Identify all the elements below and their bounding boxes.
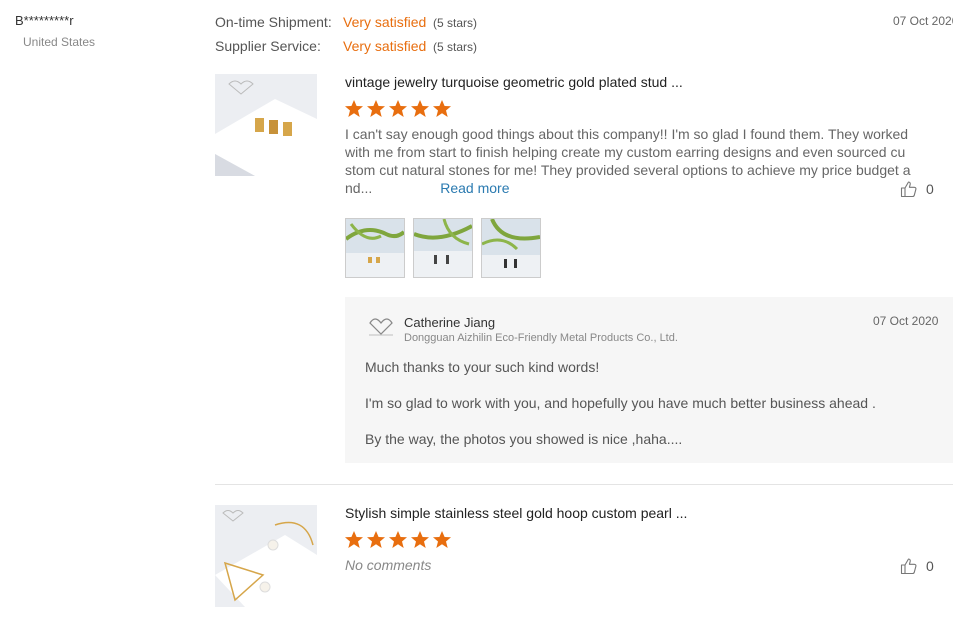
product-title[interactable]: vintage jewelry turquoise geometric gold…	[345, 74, 683, 90]
review-photo[interactable]	[481, 218, 541, 278]
star-icon	[389, 531, 407, 548]
rating-value-shipment: Very satisfied	[343, 14, 427, 30]
review-date: 07 Oct 2020	[893, 14, 953, 28]
product-thumbnail[interactable]	[215, 505, 317, 607]
star-icon	[345, 531, 363, 548]
star-icon	[367, 100, 385, 117]
like-count: 0	[926, 558, 934, 574]
rating-value-service: Very satisfied	[343, 38, 427, 54]
star-icon	[433, 531, 451, 548]
read-more-link[interactable]: Read more	[440, 180, 509, 196]
star-icon	[367, 531, 385, 548]
review-text-line: stom cut natural stones for me! They pro…	[345, 162, 911, 178]
supplier-logo	[366, 315, 396, 337]
review-text-line: I can't say enough good things about thi…	[345, 126, 909, 142]
like-count: 0	[926, 181, 934, 197]
star-icon	[411, 100, 429, 117]
like-button[interactable]: 0	[900, 180, 934, 198]
review-text: I can't say enough good things about thi…	[345, 125, 911, 197]
reply-text-line: By the way, the photos you showed is nic…	[365, 431, 683, 447]
star-icon	[411, 531, 429, 548]
rating-stars-service: (5 stars)	[433, 40, 478, 54]
reply-text-line: I'm so glad to work with you, and hopefu…	[365, 395, 876, 411]
product-thumbnail[interactable]	[215, 74, 317, 176]
reply-author-name: Catherine Jiang	[404, 315, 496, 330]
review-rating-stars	[344, 99, 452, 119]
product-title[interactable]: Stylish simple stainless steel gold hoop…	[345, 505, 687, 521]
review-text-ellipsis: nd...	[345, 180, 373, 196]
like-button[interactable]: 0	[900, 557, 934, 575]
star-icon	[345, 100, 363, 117]
no-comments-text: No comments	[345, 557, 432, 573]
review-rating-stars	[344, 530, 452, 550]
thumbs-up-icon	[900, 558, 917, 575]
reply-date: 07 Oct 2020	[873, 314, 939, 328]
thumbs-up-icon	[900, 181, 917, 198]
rating-stars-shipment: (5 stars)	[433, 16, 478, 30]
star-icon	[433, 100, 451, 117]
review-divider	[215, 484, 953, 485]
review-photo[interactable]	[413, 218, 473, 278]
supplier-reply: Catherine Jiang Dongguan Aizhilin Eco-Fr…	[345, 297, 953, 463]
review-photo[interactable]	[345, 218, 405, 278]
buyer-country: United States	[23, 35, 96, 49]
buyer-name: B*********r	[15, 13, 74, 28]
reply-company-name[interactable]: Dongguan Aizhilin Eco-Friendly Metal Pro…	[404, 332, 678, 344]
rating-label-shipment: On-time Shipment:	[215, 14, 332, 30]
review-text-line: with me from start to finish helping cre…	[345, 144, 906, 160]
reply-text-line: Much thanks to your such kind words!	[365, 359, 600, 375]
star-icon	[389, 100, 407, 117]
rating-label-service: Supplier Service:	[215, 38, 321, 54]
review-text-line-last: nd... Read more	[345, 179, 905, 197]
